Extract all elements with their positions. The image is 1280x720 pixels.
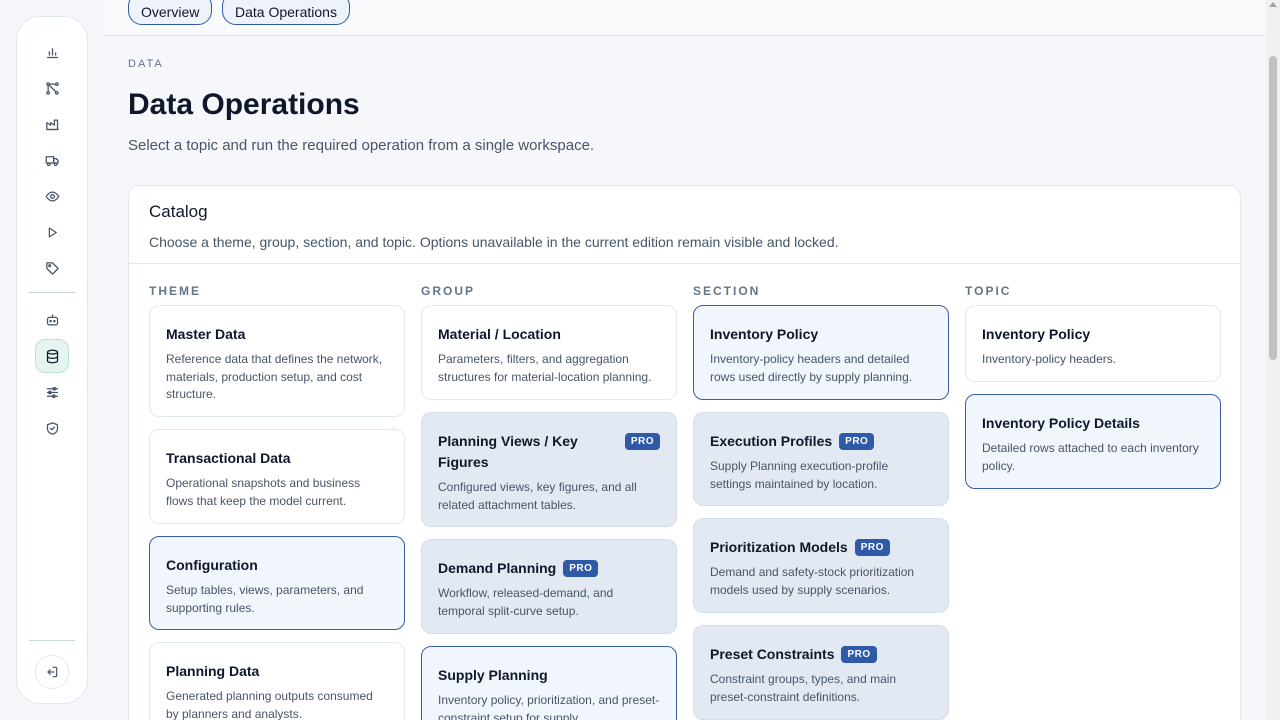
pro-badge: PRO [841,646,877,663]
pro-badge: PRO [839,433,875,450]
bar-chart-icon[interactable] [35,35,69,69]
card-title: Planning Data [166,663,260,679]
tab-overview[interactable]: Overview [128,0,213,25]
database-icon[interactable] [35,339,69,373]
card-title: Transactional Data [166,450,291,466]
card-title: Inventory Policy Details [982,415,1140,431]
shield-icon[interactable] [35,411,69,445]
sliders-icon[interactable] [35,375,69,409]
robot-icon[interactable] [35,303,69,337]
pro-badge: PRO [624,433,660,450]
theme-card-master-data[interactable]: Master Data Reference data that defines … [149,305,405,417]
catalog-description: Choose a theme, group, section, and topi… [149,234,839,250]
logout-icon [47,666,58,678]
page-title: Data Operations [128,88,360,121]
page-scrollbar[interactable] [1266,0,1280,720]
sidebar-divider [29,292,75,293]
group-card-planning-views[interactable]: Planning Views / Key Figures PRO Configur… [421,412,677,527]
catalog-title: Catalog [149,202,208,221]
card-description: Operational snapshots and business flows… [166,476,361,508]
topic-card-inventory-policy-details[interactable]: Inventory Policy Details Detailed rows a… [965,394,1221,489]
card-title: Material / Location [438,326,561,342]
card-description: Detailed rows attached to each inventory… [982,441,1199,473]
section-card-prioritization-models[interactable]: Prioritization Models PRO Demand and safe… [693,518,949,613]
page-eyebrow: DATA [128,58,164,70]
group-card-supply-planning[interactable]: Supply Planning Inventory policy, priori… [421,646,677,720]
pro-badge: PRO [563,560,599,577]
section-column: SECTION Inventory Policy Inventory-polic… [693,284,949,720]
group-card-material-location[interactable]: Material / Location Parameters, filters,… [421,305,677,400]
card-title: Preset Constraints [710,646,835,662]
topic-column: TOPIC Inventory Policy Inventory-policy … [965,284,1221,489]
catalog-header: Catalog Choose a theme, group, section, … [129,186,1240,264]
theme-card-planning-data[interactable]: Planning Data Generated planning outputs… [149,642,405,720]
card-description: Configured views, key figures, and all r… [438,480,637,512]
sidebar-divider [29,640,75,641]
card-description: Supply Planning execution-profile settin… [710,459,889,491]
card-description: Inventory-policy headers. [982,352,1117,366]
play-icon[interactable] [35,215,69,249]
tag-icon[interactable] [35,251,69,285]
factory-icon[interactable] [35,107,69,141]
card-title: Execution Profiles [710,433,833,449]
group-column: GROUP Material / Location Parameters, fi… [421,284,677,720]
card-description: Reference data that defines the network,… [166,352,383,401]
column-header: TOPIC [965,284,1012,298]
card-description: Demand and safety-stock prioritization m… [710,565,915,597]
tab-data-operations[interactable]: Data Operations [222,0,350,25]
theme-card-configuration[interactable]: Configuration Setup tables, views, param… [149,536,405,630]
network-icon[interactable] [35,71,69,105]
topic-card-inventory-policy[interactable]: Inventory Policy Inventory-policy header… [965,305,1221,382]
card-description: Workflow, released-demand, and temporal … [438,586,614,618]
theme-column: THEME Master Data Reference data that de… [149,284,405,720]
card-title: Supply Planning [438,667,548,683]
card-description: Inventory policy, prioritization, and pr… [438,693,660,720]
theme-card-transactional-data[interactable]: Transactional Data Operational snapshots… [149,429,405,524]
section-card-preset-constraints[interactable]: Preset Constraints PRO Constraint groups,… [693,625,949,720]
section-card-inventory-policy[interactable]: Inventory Policy Inventory-policy header… [693,305,949,400]
card-description: Generated planning outputs consumed by p… [166,689,373,720]
section-card-execution-profiles[interactable]: Execution Profiles PRO Supply Planning ex… [693,412,949,506]
logout-button[interactable] [35,655,69,689]
sidebar [16,16,88,704]
group-card-demand-planning[interactable]: Demand Planning PRO Workflow, released-de… [421,539,677,634]
card-title: Inventory Policy [710,326,819,342]
pro-badge: PRO [854,539,890,556]
top-tab-bar: Overview Data Operations [104,0,1266,36]
card-description: Inventory-policy headers and detailed ro… [710,352,913,384]
catalog-panel: Catalog Choose a theme, group, section, … [128,185,1241,720]
card-title: Inventory Policy [982,326,1091,342]
card-title: Master Data [166,326,246,342]
column-header: SECTION [693,284,761,298]
card-description: Setup tables, views, parameters, and sup… [166,583,364,615]
column-header: GROUP [421,284,476,298]
page-subtitle: Select a topic and run the required oper… [128,137,595,154]
card-description: Parameters, filters, and aggregation str… [438,352,652,384]
card-title: Demand Planning [438,560,557,576]
card-title: Planning Views / Key Figures [438,433,578,470]
card-title: Configuration [166,557,258,573]
card-title: Prioritization Models [710,539,848,555]
truck-icon[interactable] [35,143,69,177]
scroll-up-arrow-icon[interactable] [1269,2,1277,7]
card-description: Constraint groups, types, and main prese… [710,672,897,704]
eye-icon[interactable] [35,179,69,213]
column-header: THEME [149,284,201,298]
scrollbar-thumb[interactable] [1269,56,1277,360]
